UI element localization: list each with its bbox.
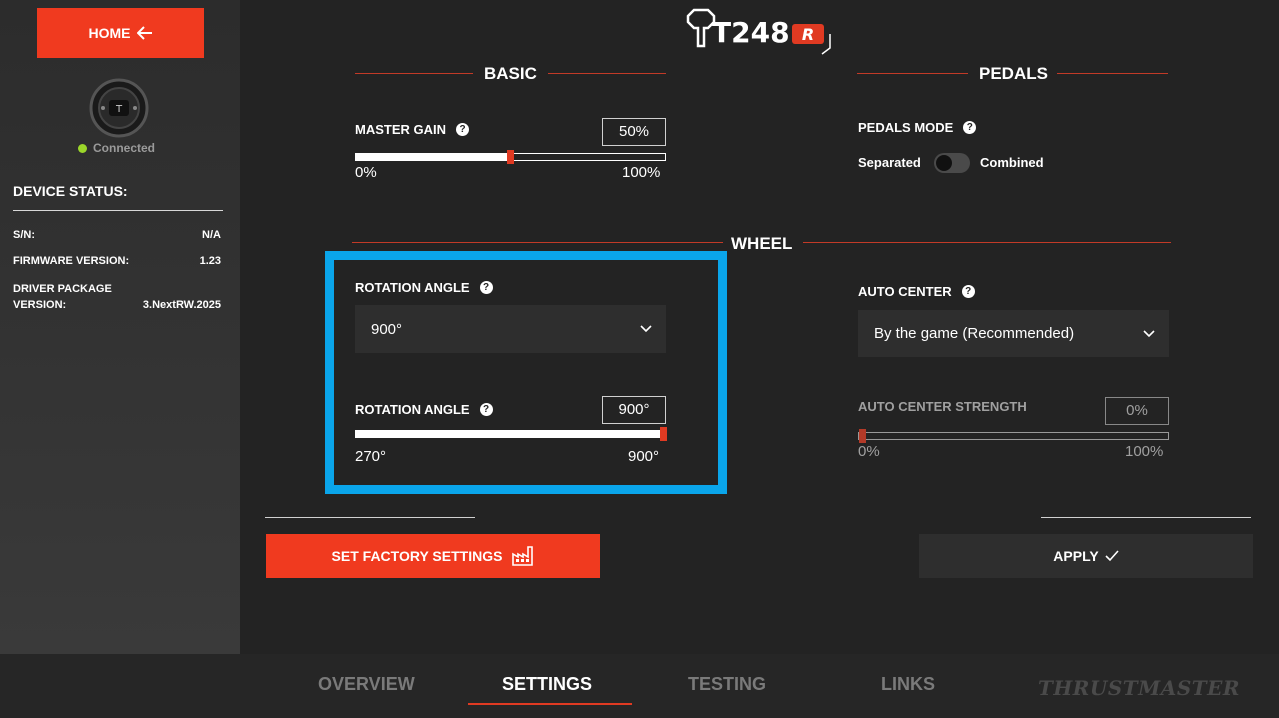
slider-thumb[interactable] — [859, 429, 866, 443]
info-key: FIRMWARE VERSION: — [13, 255, 130, 267]
divider — [13, 210, 223, 211]
wheel-line-right — [803, 242, 1171, 243]
connection-status-label: Connected — [93, 141, 156, 155]
master-gain-min: 0% — [355, 164, 377, 181]
pedals-line-left — [857, 73, 968, 74]
info-value: 1.23 — [199, 255, 221, 267]
info-value: 3.NextRW.2025 — [142, 299, 221, 311]
rotation-angle-slider-label: ROTATION ANGLE ? — [355, 402, 493, 417]
master-gain-text: MASTER GAIN — [355, 122, 446, 137]
status-dot-icon — [78, 143, 87, 153]
apply-button-label: APPLY — [1053, 548, 1099, 564]
auto-center-dropdown[interactable]: By the game (Recommended) — [858, 310, 1169, 357]
master-gain-slider[interactable] — [355, 150, 666, 164]
home-label: HOME — [88, 25, 131, 41]
divider — [1041, 517, 1251, 518]
arrow-left-icon — [136, 26, 152, 40]
rotation-angle-slider[interactable] — [355, 427, 667, 441]
auto-center-strength-label: AUTO CENTER STRENGTH — [858, 399, 1027, 414]
divider — [265, 517, 475, 518]
pedals-line-right — [1057, 73, 1168, 74]
info-row-firmware: FIRMWARE VERSION: 1.23 — [13, 255, 221, 267]
auto-center-strength-value[interactable]: 0% — [1105, 397, 1169, 425]
sidebar: HOME T Connected DEVICE STATUS: S/N: N/A… — [0, 0, 240, 654]
help-icon[interactable]: ? — [479, 281, 493, 294]
factory-button-label: SET FACTORY SETTINGS — [331, 548, 503, 564]
master-gain-max: 100% — [622, 164, 661, 181]
auto-center-text: AUTO CENTER — [858, 284, 952, 299]
rotation-angle-text: ROTATION ANGLE — [355, 280, 470, 295]
info-row-sn: S/N: N/A — [13, 229, 221, 241]
auto-center-strength-max: 100% — [1125, 443, 1164, 460]
info-key: S/N: — [13, 229, 35, 241]
rotation-angle-max: 900° — [628, 448, 660, 465]
tab-settings[interactable]: SETTINGS — [502, 674, 592, 695]
info-key: DRIVER PACKAGE VERSION: — [13, 283, 112, 311]
chevron-down-icon — [640, 325, 652, 333]
master-gain-value[interactable]: 50% — [602, 118, 666, 146]
slider-fill — [356, 431, 665, 437]
rotation-angle-select-label: ROTATION ANGLE ? — [355, 280, 493, 295]
slider-thumb[interactable] — [660, 427, 667, 441]
rotation-angle-min: 270° — [355, 448, 387, 465]
active-tab-underline — [468, 703, 632, 705]
tab-links[interactable]: LINKS — [881, 674, 935, 695]
pedals-mode-label: PEDALS MODE ? — [858, 120, 977, 135]
tab-testing[interactable]: TESTING — [688, 674, 766, 695]
help-icon[interactable]: ? — [456, 123, 469, 136]
t248-logo: T248 R — [686, 8, 831, 55]
help-icon[interactable]: ? — [479, 403, 493, 416]
set-factory-settings-button[interactable]: SET FACTORY SETTINGS — [266, 534, 600, 578]
basic-line-left — [355, 73, 473, 74]
master-gain-label: MASTER GAIN ? — [355, 122, 469, 137]
slider-fill — [356, 154, 511, 160]
wheel-device-image: T — [89, 78, 149, 138]
rotation-angle-text: ROTATION ANGLE — [355, 402, 470, 417]
info-row-driver: DRIVER PACKAGE VERSION: 3.NextRW.2025 — [13, 281, 221, 313]
device-status-title: DEVICE STATUS: — [13, 183, 128, 199]
pedals-mode-text: PEDALS MODE — [858, 120, 954, 135]
auto-center-label: AUTO CENTER ? — [858, 284, 975, 299]
home-button[interactable]: HOME — [37, 8, 204, 58]
help-icon[interactable]: ? — [963, 121, 977, 134]
pedals-title: PEDALS — [979, 64, 1048, 83]
auto-center-strength-min: 0% — [858, 443, 880, 460]
basic-title: BASIC — [484, 64, 537, 83]
dropdown-value: 900° — [371, 320, 403, 338]
basic-line-right — [548, 73, 666, 74]
pedals-option-combined: Combined — [980, 155, 1044, 170]
tab-overview[interactable]: OVERVIEW — [318, 674, 415, 695]
slider-thumb[interactable] — [506, 150, 514, 164]
svg-text:T: T — [115, 104, 123, 115]
wheel-title: WHEEL — [731, 234, 793, 253]
logo-badge-text: R — [802, 25, 814, 44]
thrustmaster-logo[interactable]: THRUSTMASTER — [1038, 676, 1240, 700]
factory-icon — [512, 546, 534, 566]
pedals-option-separated: Separated — [858, 155, 921, 170]
wheel-line-left — [352, 242, 723, 243]
pedals-mode-toggle[interactable] — [934, 153, 970, 173]
check-icon — [1105, 550, 1119, 562]
toggle-knob — [936, 155, 952, 171]
info-value: N/A — [202, 229, 221, 241]
rotation-angle-dropdown[interactable]: 900° — [355, 305, 666, 353]
auto-center-strength-slider[interactable] — [858, 429, 1169, 443]
logo-model-text: T248 — [712, 16, 790, 49]
chevron-down-icon — [1143, 329, 1155, 337]
apply-button[interactable]: APPLY — [919, 534, 1253, 578]
help-icon[interactable]: ? — [961, 285, 975, 298]
connection-status: Connected — [78, 141, 155, 155]
rotation-angle-value[interactable]: 900° — [602, 396, 666, 424]
dropdown-value: By the game (Recommended) — [874, 325, 1075, 342]
